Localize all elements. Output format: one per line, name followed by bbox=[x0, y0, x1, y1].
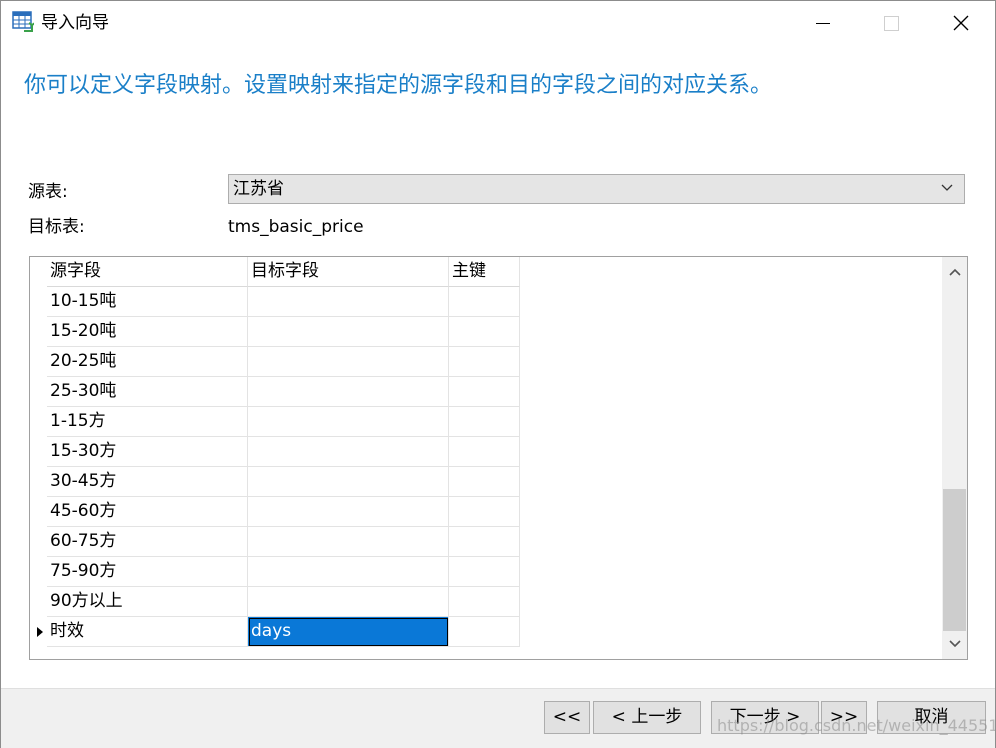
primary-key-cell[interactable] bbox=[449, 587, 520, 617]
next-step-button[interactable]: 下一步 > bbox=[711, 701, 819, 734]
source-field-cell[interactable]: 1-15方 bbox=[47, 407, 248, 437]
source-table-value: 江苏省 bbox=[233, 179, 284, 199]
target-field-cell[interactable] bbox=[248, 347, 449, 377]
target-field-cell[interactable] bbox=[248, 587, 449, 617]
wizard-heading: 你可以定义字段映射。设置映射来指定的源字段和目的字段之间的对应关系。 bbox=[24, 73, 773, 98]
maximize-icon bbox=[883, 15, 899, 31]
primary-key-cell[interactable] bbox=[449, 437, 520, 467]
primary-key-cell[interactable] bbox=[449, 617, 520, 647]
source-field-cell[interactable]: 25-30吨 bbox=[47, 377, 248, 407]
import-wizard-window: 导入向导 你可以定义字段映射。设置映射来指定的源字段和目的字段之间的对应关系。 … bbox=[0, 0, 996, 748]
scroll-down-button[interactable] bbox=[942, 629, 967, 659]
source-field-cell[interactable]: 15-20吨 bbox=[47, 317, 248, 347]
primary-key-cell[interactable] bbox=[449, 527, 520, 557]
source-field-cell[interactable]: 时效 bbox=[47, 617, 248, 647]
source-field-cell[interactable]: 45-60方 bbox=[47, 497, 248, 527]
target-field-cell[interactable] bbox=[248, 527, 449, 557]
source-field-cell[interactable]: 90方以上 bbox=[47, 587, 248, 617]
target-field-cell[interactable] bbox=[248, 437, 449, 467]
source-table-select[interactable]: 江苏省 bbox=[228, 174, 965, 204]
close-icon bbox=[953, 15, 969, 31]
current-row-arrow-icon bbox=[37, 627, 43, 637]
source-field-cell[interactable]: 60-75方 bbox=[47, 527, 248, 557]
last-step-button[interactable]: >> bbox=[821, 701, 867, 734]
vertical-scrollbar[interactable] bbox=[942, 257, 967, 659]
target-table-label: 目标表: bbox=[28, 217, 85, 237]
source-field-cell[interactable]: 10-15吨 bbox=[47, 287, 248, 317]
primary-key-cell[interactable] bbox=[449, 407, 520, 437]
wizard-footer: << < 上一步 下一步 > >> 取消 bbox=[1, 688, 995, 748]
source-field-cell[interactable]: 75-90方 bbox=[47, 557, 248, 587]
source-field-cell[interactable]: 30-45方 bbox=[47, 467, 248, 497]
column-header-primary-key[interactable]: 主键 bbox=[449, 257, 520, 287]
minimize-button[interactable] bbox=[788, 1, 858, 45]
scrollbar-thumb[interactable] bbox=[943, 489, 966, 631]
title-bar: 导入向导 bbox=[1, 1, 995, 45]
close-button[interactable] bbox=[926, 1, 996, 45]
window-title: 导入向导 bbox=[41, 13, 109, 33]
primary-key-cell[interactable] bbox=[449, 467, 520, 497]
primary-key-cell[interactable] bbox=[449, 317, 520, 347]
source-table-label: 源表: bbox=[28, 182, 68, 202]
target-field-cell[interactable] bbox=[248, 467, 449, 497]
column-header-target-field[interactable]: 目标字段 bbox=[248, 257, 449, 287]
target-field-cell[interactable] bbox=[248, 317, 449, 347]
chevron-down-icon bbox=[948, 640, 961, 648]
maximize-button bbox=[856, 1, 926, 45]
chevron-up-icon bbox=[948, 268, 961, 276]
primary-key-cell[interactable] bbox=[449, 287, 520, 317]
column-header-source-field[interactable]: 源字段 bbox=[47, 257, 248, 287]
previous-step-button[interactable]: < 上一步 bbox=[593, 701, 701, 734]
source-field-cell[interactable]: 20-25吨 bbox=[47, 347, 248, 377]
primary-key-cell[interactable] bbox=[449, 557, 520, 587]
cancel-button[interactable]: 取消 bbox=[877, 701, 986, 734]
source-field-cell[interactable]: 15-30方 bbox=[47, 437, 248, 467]
minimize-icon bbox=[816, 22, 830, 24]
field-mapping-grid: 源字段 目标字段 主键 10-15吨 15-20吨 20-25吨 25-30吨 … bbox=[29, 256, 968, 660]
target-field-cell[interactable] bbox=[248, 287, 449, 317]
table-import-icon bbox=[12, 11, 34, 32]
target-field-cell[interactable] bbox=[248, 497, 449, 527]
target-field-cell[interactable] bbox=[248, 377, 449, 407]
chevron-down-icon bbox=[941, 184, 953, 191]
primary-key-cell[interactable] bbox=[449, 347, 520, 377]
primary-key-cell[interactable] bbox=[449, 377, 520, 407]
first-step-button[interactable]: << bbox=[544, 701, 590, 734]
target-field-cell-selected[interactable]: days bbox=[248, 617, 449, 647]
scroll-up-button[interactable] bbox=[942, 257, 967, 287]
target-field-cell[interactable] bbox=[248, 557, 449, 587]
row-header[interactable] bbox=[30, 617, 47, 647]
target-field-cell[interactable] bbox=[248, 407, 449, 437]
primary-key-cell[interactable] bbox=[449, 497, 520, 527]
target-table-value: tms_basic_price bbox=[228, 217, 364, 237]
